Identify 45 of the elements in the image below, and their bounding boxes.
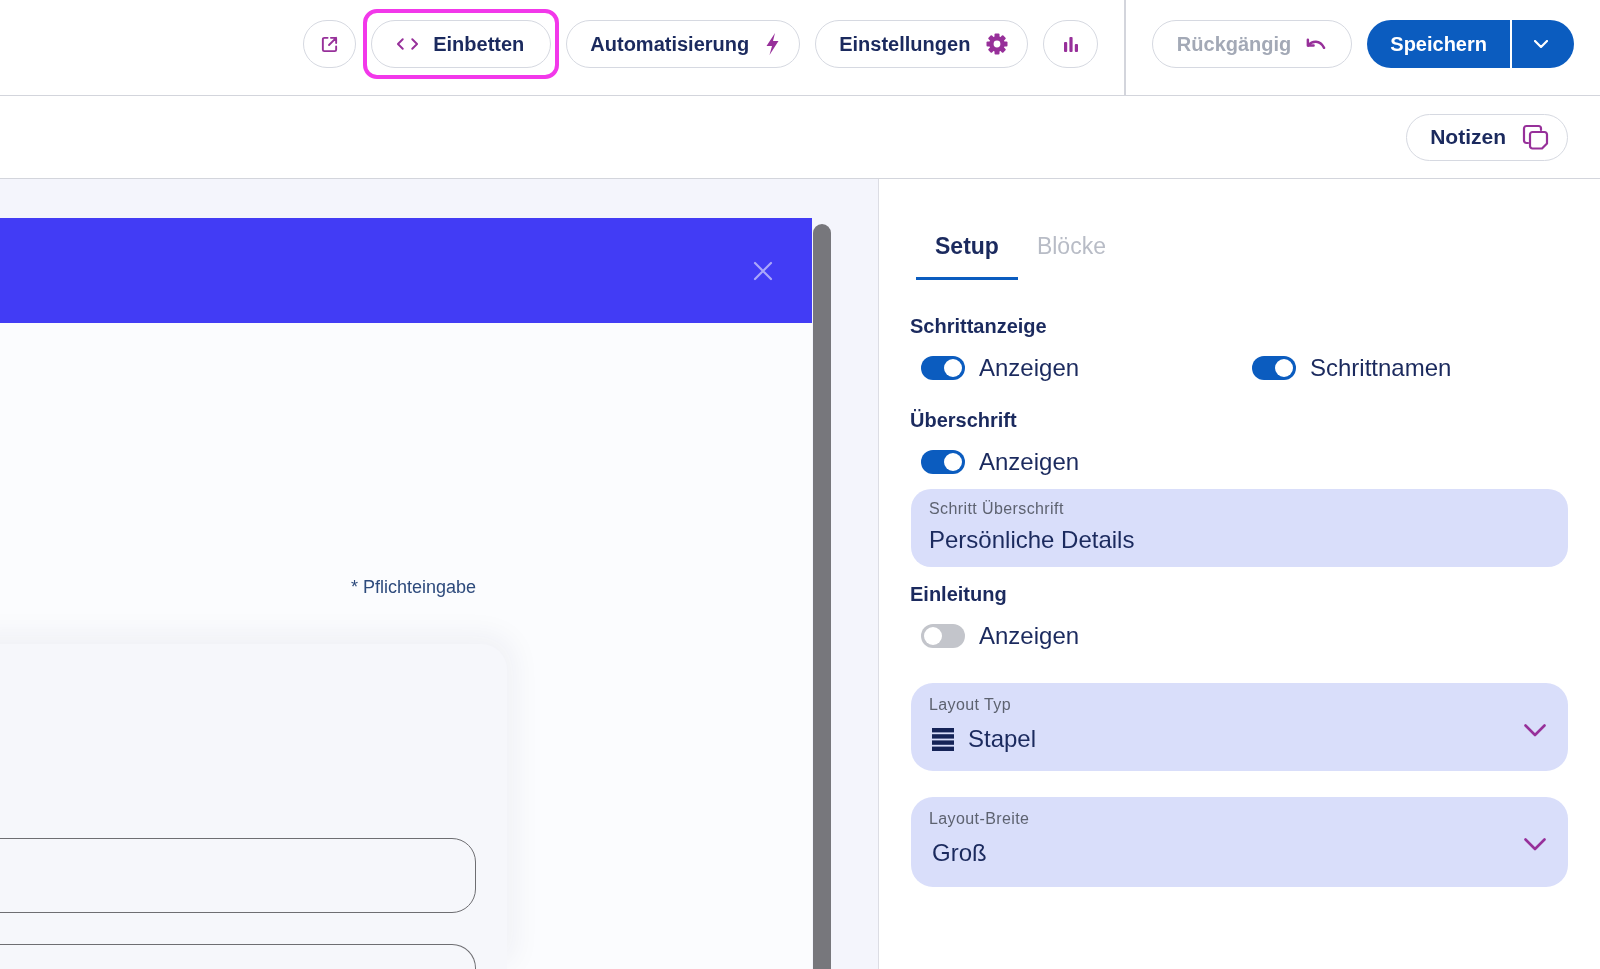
- dropdown-field[interactable]: Layout-Breite Groß: [911, 797, 1568, 887]
- settings-icon: [986, 33, 1009, 55]
- field-label: Layout-Breite: [929, 810, 1030, 828]
- toggle-label: Anzeigen: [979, 623, 1080, 649]
- save-button[interactable]: Speichern: [1367, 20, 1510, 68]
- toggle-label: Schrittnamen: [1310, 355, 1452, 381]
- text-field[interactable]: Schritt Überschrift Persönliche Details: [911, 489, 1568, 567]
- chevron-down-icon: [1534, 40, 1548, 48]
- section-heading: Einleitung: [910, 583, 1008, 605]
- close-icon[interactable]: [753, 260, 773, 281]
- section-heading: Überschrift: [910, 409, 1018, 431]
- chevron-down-icon: [1524, 724, 1546, 737]
- field-value: Stapel: [968, 726, 1037, 752]
- code-icon: [397, 38, 419, 50]
- toolbar-button[interactable]: Einbetten: [371, 20, 552, 68]
- notes-button[interactable]: Notizen: [1406, 113, 1568, 161]
- input-field[interactable]: [0, 944, 476, 969]
- toggle-label: Anzeigen: [979, 355, 1080, 381]
- required-note: * Pflichteingabe: [350, 577, 476, 597]
- statistics-button[interactable]: [1043, 20, 1099, 68]
- section-heading: Schrittanzeige: [910, 315, 1048, 337]
- toggle-label: Anzeigen: [979, 449, 1080, 475]
- field-value: Groß: [932, 840, 987, 866]
- scrollbar-thumb[interactable]: [813, 224, 831, 969]
- dropdown-field[interactable]: Layout Typ Stapel: [911, 683, 1568, 771]
- input-field[interactable]: [0, 838, 476, 913]
- toggle-switch[interactable]: [921, 624, 965, 648]
- toolbar-button[interactable]: Einstellungen: [815, 20, 1029, 68]
- undo-icon: [1305, 37, 1327, 51]
- lightning-icon: [765, 33, 781, 55]
- tab[interactable]: Setup: [916, 221, 1018, 280]
- field-value: Persönliche Details: [929, 527, 1136, 553]
- toggle-switch[interactable]: [921, 450, 965, 474]
- bar-chart-icon: [1062, 36, 1079, 52]
- save-options-button[interactable]: [1512, 20, 1574, 68]
- toolbar-button[interactable]: Automatisierung: [566, 20, 801, 68]
- copy-icon: [1521, 123, 1549, 151]
- stack-icon: [932, 727, 954, 751]
- toggle-switch[interactable]: [1252, 356, 1296, 380]
- chevron-down-icon: [1524, 838, 1546, 851]
- external-link-icon: [320, 34, 340, 54]
- toggle-switch[interactable]: [921, 356, 965, 380]
- field-label: Schritt Überschrift: [929, 500, 1065, 518]
- external-link-button[interactable]: [303, 20, 357, 68]
- field-label: Layout Typ: [929, 696, 1012, 714]
